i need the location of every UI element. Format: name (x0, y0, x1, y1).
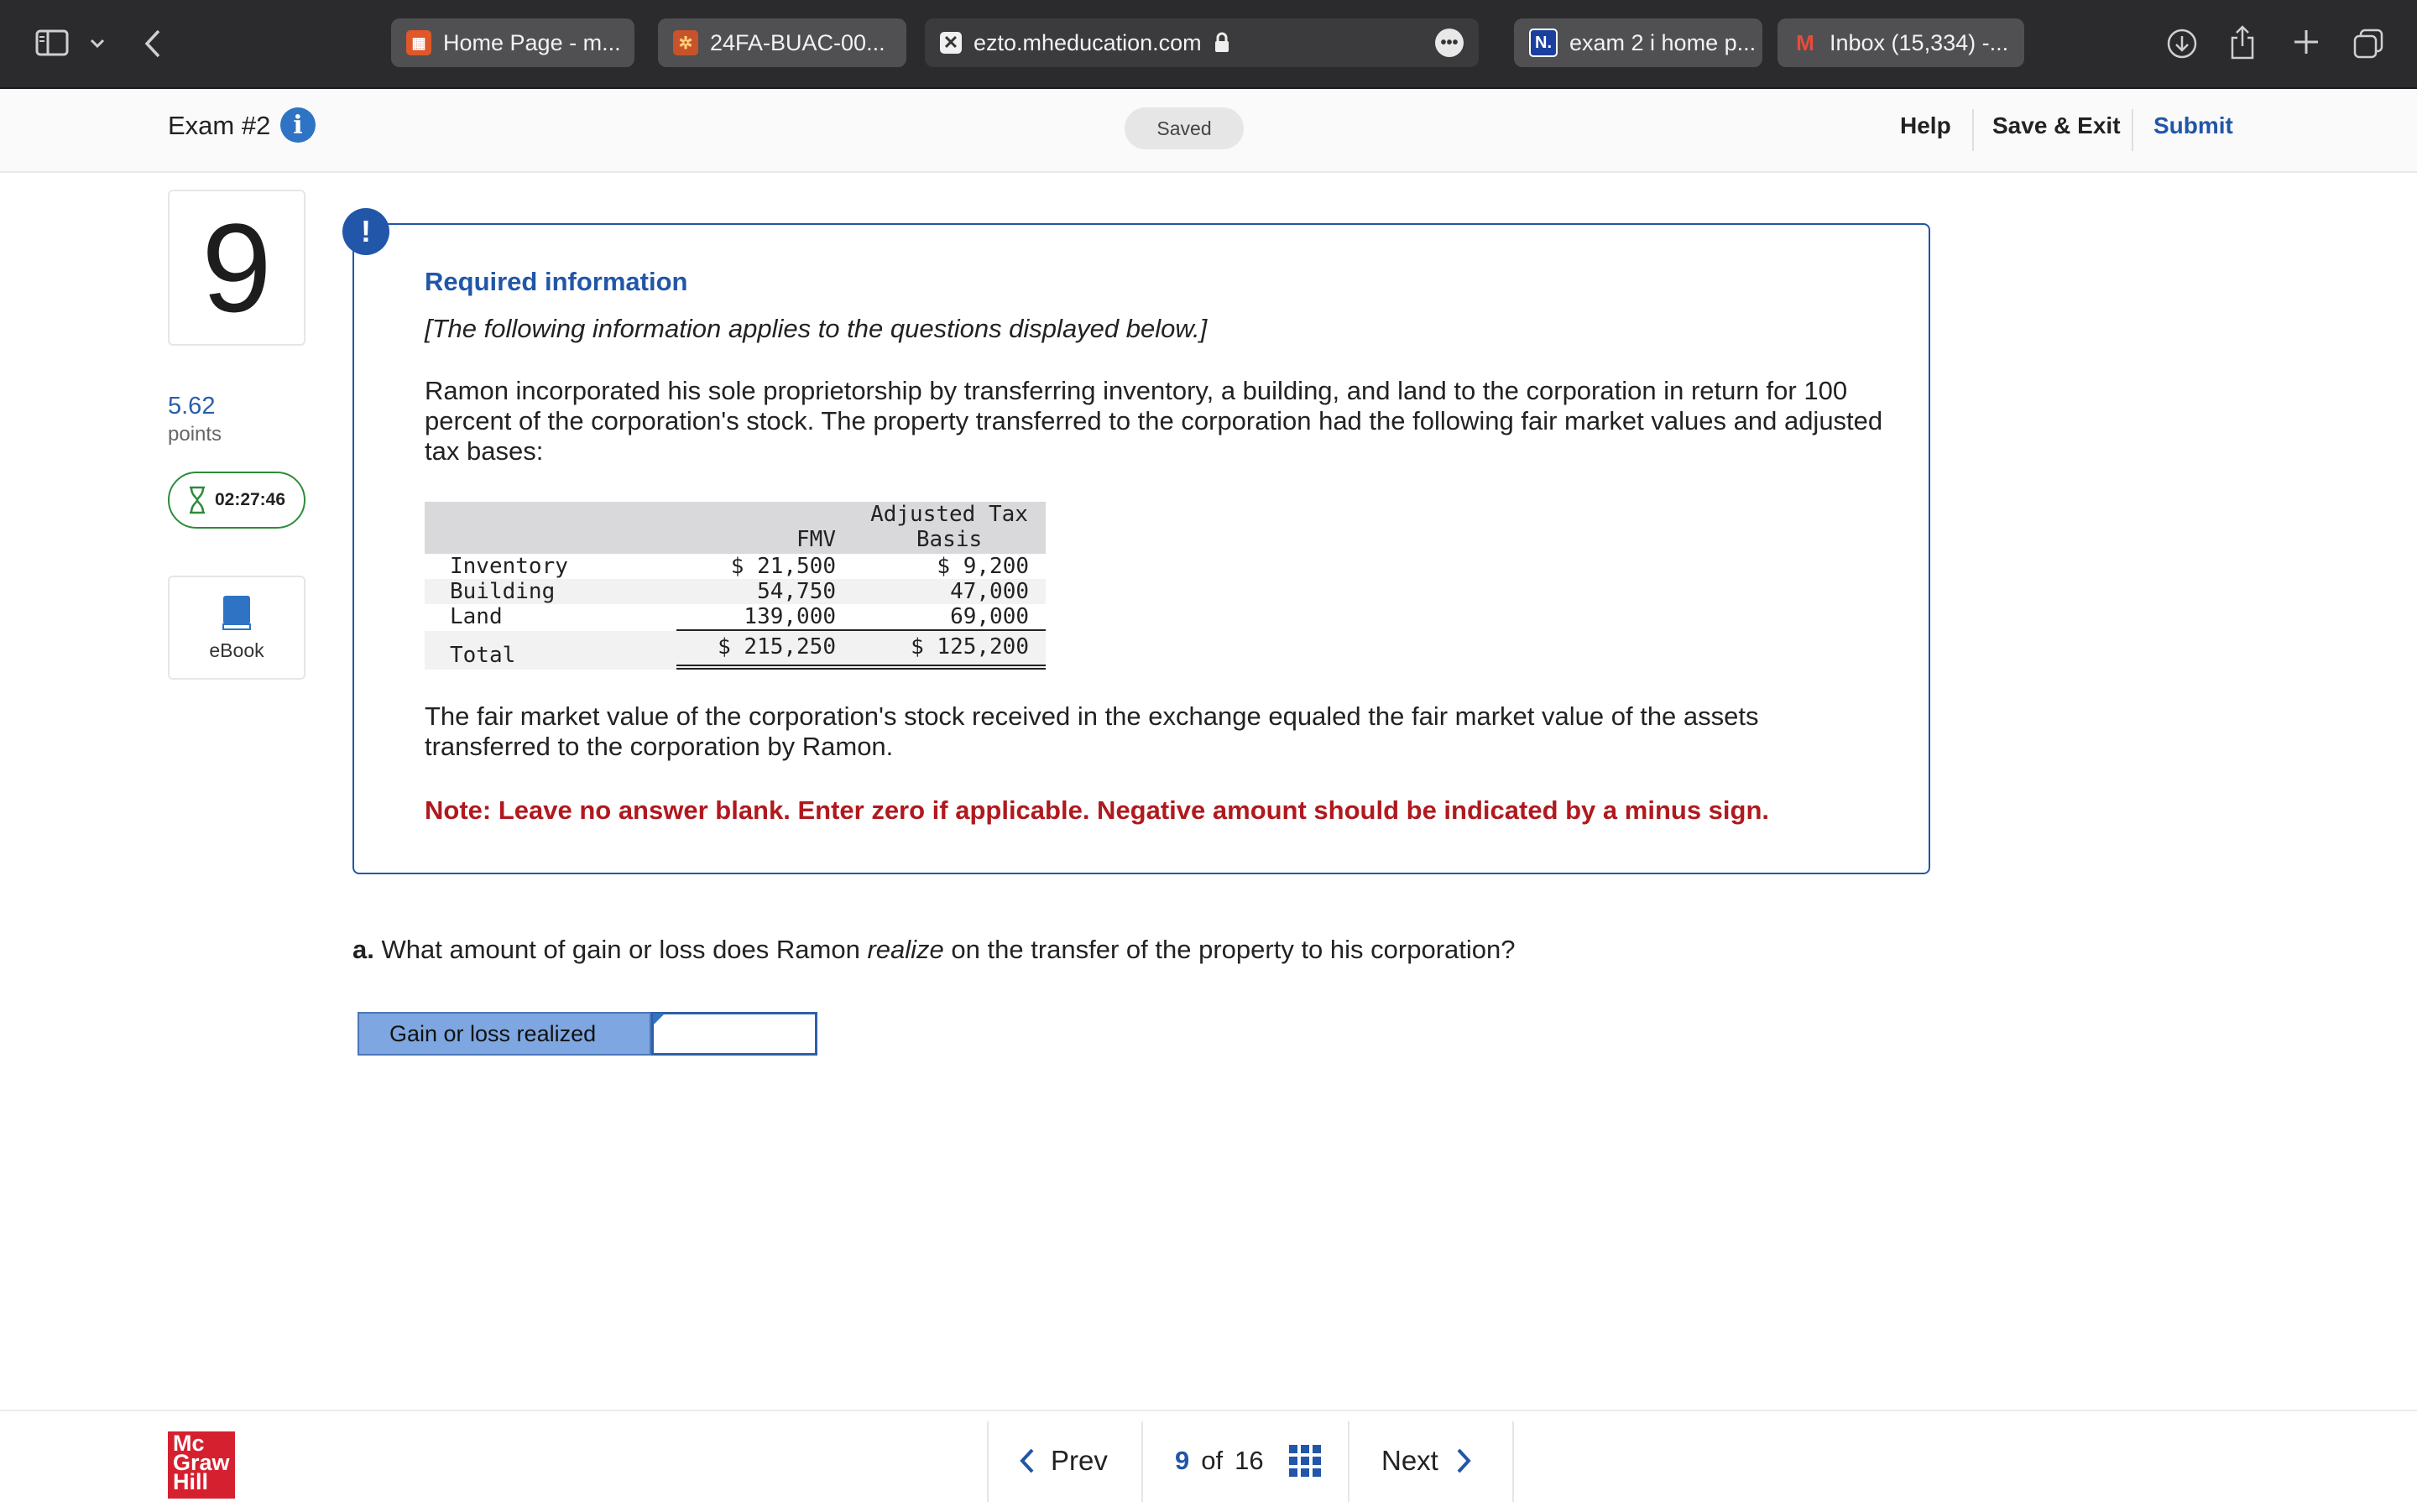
next-label: Next (1381, 1445, 1438, 1476)
table-row: Building 54,750 47,000 (425, 579, 1046, 604)
next-button[interactable]: Next (1381, 1445, 1472, 1477)
input-flag-icon (653, 1014, 665, 1025)
mcgraw-hill-logo: Mc Graw Hill (168, 1431, 235, 1499)
lock-icon (1214, 32, 1230, 54)
tab-home-page[interactable]: ▦ Home Page - m... (391, 18, 634, 67)
total-label: Total (450, 643, 516, 668)
table-header: FMV Adjusted Tax Basis (425, 502, 1046, 554)
table-row: Land 139,000 69,000 (425, 604, 1046, 629)
row-label: Inventory (450, 554, 568, 579)
question-number: 9 (168, 190, 305, 346)
row-label: Building (450, 579, 556, 604)
footer-divider (987, 1421, 989, 1502)
question-prefix: a. (352, 935, 374, 964)
tab-ezto[interactable]: ✕ ezto.mheducation.com ••• (925, 18, 1479, 67)
tab-inbox[interactable]: M Inbox (15,334) -... (1778, 18, 2024, 67)
answer-note: Note: Leave no answer blank. Enter zero … (425, 795, 1770, 825)
saved-status-badge: Saved (1125, 107, 1244, 149)
question-pager[interactable]: 9 of 16 (1175, 1445, 1321, 1477)
timer-value: 02:27:46 (214, 490, 286, 509)
n-icon: N. (1529, 29, 1558, 57)
hourglass-icon (189, 486, 205, 514)
required-info-subtitle: [The following information applies to th… (425, 314, 1208, 343)
total-fmv: $ 215,250 (718, 634, 836, 660)
share-icon[interactable] (2226, 22, 2259, 62)
timer-button[interactable]: 02:27:46 (168, 472, 305, 529)
footer-divider (1348, 1421, 1349, 1502)
logo-line: Hill (173, 1469, 209, 1494)
info-icon[interactable]: i (280, 107, 316, 143)
exchange-description: The fair market value of the corporation… (425, 701, 1759, 761)
chevron-down-icon[interactable] (87, 34, 107, 54)
header-atb-line2: Basis (916, 527, 983, 552)
tab-exam-home[interactable]: N. exam 2 i home p... (1514, 18, 1762, 67)
sidebar-toggle-icon[interactable] (34, 29, 70, 57)
pager-total: 16 (1235, 1446, 1264, 1475)
save-exit-link[interactable]: Save & Exit (1992, 112, 2121, 139)
prev-button[interactable]: Prev (1019, 1445, 1108, 1477)
row-label: Land (450, 604, 503, 629)
header-fmv: FMV (796, 527, 836, 552)
pager-current: 9 (1175, 1446, 1190, 1475)
browser-toolbar: ▦ Home Page - m... ✲ 24FA-BUAC-00... ✕ e… (0, 0, 2417, 89)
gain-loss-realized-input[interactable] (651, 1012, 817, 1056)
grid-icon (1288, 1445, 1321, 1477)
prev-label: Prev (1051, 1445, 1108, 1476)
question-emphasis: realize (867, 935, 944, 964)
row-atb: 47,000 (950, 579, 1029, 604)
tab-label: 24FA-BUAC-00... (710, 29, 885, 55)
answer-label: Gain or loss realized (358, 1012, 651, 1056)
points-value: 5.62 (168, 393, 216, 420)
total-atb: $ 125,200 (911, 634, 1029, 660)
tab-label: Inbox (15,334) -... (1830, 29, 2009, 55)
header-divider (2132, 109, 2133, 151)
footer-divider (1141, 1421, 1143, 1502)
book-icon (222, 595, 251, 630)
question-text-after: on the transfer of the property to his c… (951, 935, 1516, 964)
download-icon[interactable] (2164, 25, 2200, 62)
pager-of: of (1201, 1446, 1224, 1475)
chevron-left-icon (1020, 1448, 1034, 1473)
row-fmv: 54,750 (757, 579, 836, 604)
footer-nav: Mc Graw Hill Prev 9 of 16 Next (0, 1410, 2417, 1512)
chevron-right-icon (1457, 1448, 1471, 1473)
back-icon[interactable] (139, 27, 166, 60)
course-icon: ✲ (673, 30, 698, 55)
row-fmv: 139,000 (744, 604, 836, 629)
row-atb: $ 9,200 (937, 554, 1029, 579)
total-double-rule (676, 665, 1046, 670)
points-label: points (168, 423, 222, 446)
header-divider (1972, 109, 1974, 151)
required-info-title: Required information (425, 267, 688, 296)
close-tab-icon[interactable]: ✕ (940, 32, 962, 54)
tab-label: exam 2 i home p... (1569, 29, 1757, 55)
ebook-label: eBook (209, 639, 264, 661)
submit-link[interactable]: Submit (2153, 112, 2233, 139)
row-atb: 69,000 (950, 604, 1029, 629)
tab-course[interactable]: ✲ 24FA-BUAC-00... (658, 18, 906, 67)
alert-icon: ! (342, 208, 389, 255)
header-atb-line1: Adjusted Tax (870, 502, 1028, 527)
tab-label: ezto.mheducation.com (974, 29, 1202, 55)
table-row: Inventory $ 21,500 $ 9,200 (425, 554, 1046, 579)
tab-overview-icon[interactable] (2350, 25, 2387, 62)
help-link[interactable]: Help (1900, 112, 1951, 139)
ebook-button[interactable]: eBook (168, 576, 305, 680)
problem-description: Ramon incorporated his sole proprietorsh… (425, 376, 1883, 466)
question-text-before: What amount of gain or loss does Ramon (381, 935, 860, 964)
more-icon[interactable]: ••• (1435, 29, 1464, 57)
footer-divider (1512, 1421, 1514, 1502)
question-text: a. What amount of gain or loss does Ramo… (352, 935, 1515, 965)
row-fmv: $ 21,500 (730, 554, 836, 579)
canvas-icon: ▦ (406, 30, 431, 55)
exam-header: Exam #2 i Saved Help Save & Exit Submit (0, 89, 2417, 173)
new-tab-icon[interactable] (2289, 25, 2323, 59)
exam-title: Exam #2 (168, 111, 271, 140)
tab-label: Home Page - m... (443, 29, 621, 55)
gmail-icon: M (1796, 29, 1814, 55)
